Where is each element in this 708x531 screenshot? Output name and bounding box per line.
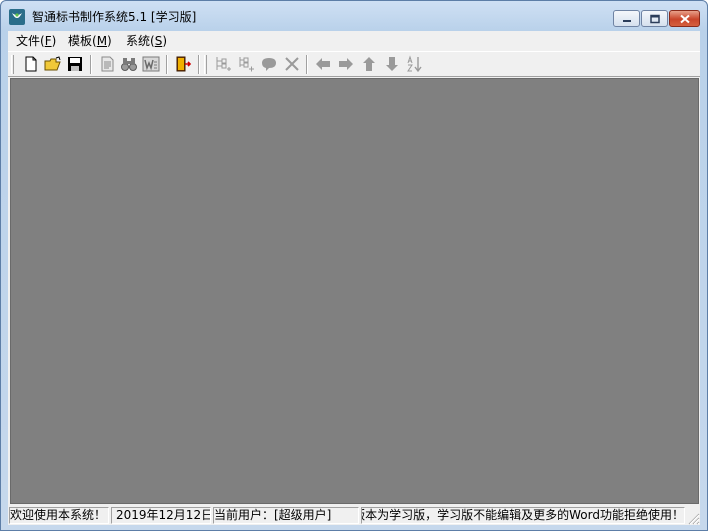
merge-node-button[interactable] bbox=[260, 55, 278, 73]
page-setup-button[interactable] bbox=[98, 55, 116, 73]
open-button[interactable] bbox=[44, 55, 62, 73]
close-icon bbox=[679, 14, 690, 23]
toolbar-separator bbox=[166, 55, 168, 74]
move-left-icon bbox=[316, 58, 330, 70]
maximize-button[interactable] bbox=[641, 10, 668, 27]
new-document-button[interactable] bbox=[22, 55, 40, 73]
status-user-panel: 当前用户：[超级用户] bbox=[213, 507, 359, 524]
add-child-node-button[interactable] bbox=[214, 55, 232, 73]
exit-button[interactable] bbox=[174, 55, 192, 73]
menu-template-label: 模板( bbox=[68, 34, 97, 48]
menu-template[interactable]: 模板(M) bbox=[68, 33, 112, 49]
toolbar-grip[interactable] bbox=[11, 55, 14, 74]
menu-template-accel: M bbox=[96, 34, 108, 48]
toolbar-separator bbox=[306, 55, 308, 74]
sort-az-icon bbox=[407, 55, 422, 73]
status-welcome: 欢迎使用本系统！ bbox=[10, 508, 107, 522]
status-welcome-panel: 欢迎使用本系统！ bbox=[9, 507, 109, 524]
move-up-button[interactable] bbox=[360, 55, 378, 73]
application-window: 智通标书制作系统5.1 [学习版] 文件(F) 模板(M) 系统(S) 欢迎使用… bbox=[0, 0, 708, 531]
close-button[interactable] bbox=[669, 10, 700, 27]
menu-system-label: 系统( bbox=[126, 34, 155, 48]
move-right-icon bbox=[339, 58, 353, 70]
window-title: 智通标书制作系统5.1 [学习版] bbox=[32, 10, 197, 24]
toolbar bbox=[8, 51, 700, 77]
toolbar-grip[interactable] bbox=[204, 55, 207, 74]
menu-system[interactable]: 系统(S) bbox=[126, 33, 167, 49]
merge-node-icon bbox=[262, 58, 276, 71]
status-bar: 欢迎使用本系统！ 2019年12月12日 当前用户：[超级用户] 版本为学习版，… bbox=[8, 505, 700, 525]
caption-buttons bbox=[612, 10, 700, 28]
menu-file-accel: F bbox=[44, 34, 52, 48]
page-setup-icon bbox=[101, 56, 114, 72]
toolbar-separator bbox=[90, 55, 92, 74]
delete-icon bbox=[285, 57, 299, 71]
title-bar[interactable]: 智通标书制作系统5.1 [学习版] bbox=[1, 1, 707, 31]
save-disk-icon bbox=[68, 57, 82, 71]
move-up-icon bbox=[363, 57, 375, 71]
menu-file-label: 文件( bbox=[16, 34, 45, 48]
client-area: 文件(F) 模板(M) 系统(S) 欢迎使用本系统！ 2019年12月12日 当… bbox=[8, 31, 700, 525]
exit-door-icon bbox=[176, 56, 192, 72]
minimize-icon bbox=[622, 19, 631, 22]
status-date: 2019年12月12日 bbox=[116, 508, 211, 522]
save-button[interactable] bbox=[66, 55, 84, 73]
menu-file-suffix: ) bbox=[51, 34, 57, 48]
app-logo-icon[interactable] bbox=[9, 9, 25, 25]
menu-bar: 文件(F) 模板(M) 系统(S) bbox=[8, 31, 700, 50]
add-child-node-icon bbox=[216, 57, 231, 71]
word-export-icon bbox=[142, 56, 160, 72]
status-user: 当前用户：[超级用户] bbox=[214, 508, 332, 522]
move-down-icon bbox=[386, 57, 398, 71]
move-left-button[interactable] bbox=[314, 55, 332, 73]
find-button[interactable] bbox=[120, 55, 138, 73]
mdi-workspace[interactable] bbox=[10, 78, 699, 504]
toolbar-separator bbox=[198, 55, 200, 74]
menu-template-suffix: ) bbox=[107, 34, 112, 48]
open-folder-icon bbox=[44, 56, 61, 71]
maximize-icon bbox=[649, 14, 660, 23]
resize-grip-icon[interactable] bbox=[686, 511, 700, 525]
word-export-button[interactable] bbox=[142, 55, 160, 73]
menu-system-suffix: ) bbox=[162, 34, 167, 48]
menu-file[interactable]: 文件(F) bbox=[16, 33, 56, 49]
delete-button[interactable] bbox=[283, 55, 301, 73]
status-notice-panel: 版本为学习版，学习版不能编辑及更多的Word功能拒绝使用！ bbox=[361, 507, 685, 524]
status-date-panel: 2019年12月12日 bbox=[111, 507, 211, 524]
sort-button[interactable] bbox=[406, 55, 424, 73]
move-down-button[interactable] bbox=[383, 55, 401, 73]
add-sibling-node-button[interactable] bbox=[237, 55, 255, 73]
minimize-button[interactable] bbox=[613, 10, 640, 27]
move-right-button[interactable] bbox=[337, 55, 355, 73]
new-document-icon bbox=[25, 56, 37, 72]
add-sibling-node-icon bbox=[239, 57, 254, 72]
status-notice: 版本为学习版，学习版不能编辑及更多的Word功能拒绝使用！ bbox=[361, 508, 684, 522]
find-binoculars-icon bbox=[121, 58, 137, 71]
